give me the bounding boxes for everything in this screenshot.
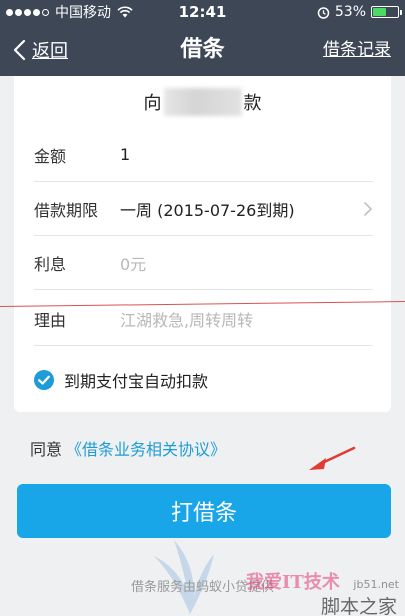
recipient-suffix: 款 xyxy=(243,93,262,114)
back-label: 返回 xyxy=(32,41,68,62)
interest-input[interactable]: 0元 xyxy=(120,251,373,275)
signal-strength-icon xyxy=(6,8,49,16)
loan-term-row[interactable]: 借款期限 一周 (2015-07-26到期) xyxy=(34,182,373,236)
reason-input[interactable]: 江湖救急,周转周转 xyxy=(120,307,373,331)
recipient-name-redacted xyxy=(163,88,242,116)
navigation-bar: 返回 借条 借条记录 xyxy=(0,24,405,76)
loan-term-value: 一周 (2015-07-26到期) xyxy=(120,200,295,220)
auto-deduct-label: 到期支付宝自动扣款 xyxy=(64,372,209,391)
back-button[interactable]: 返回 xyxy=(12,24,68,76)
chevron-left-icon xyxy=(13,39,26,61)
checkmark-circle-icon[interactable] xyxy=(34,370,54,390)
loan-records-link[interactable]: 借条记录 xyxy=(323,24,391,76)
carrier-name: 中国移动 xyxy=(55,5,111,21)
alarm-clock-icon xyxy=(317,6,330,19)
loan-term-label: 借款期限 xyxy=(34,200,99,220)
agreement-prefix: 同意 xyxy=(30,440,63,459)
annotation-arrow-icon xyxy=(309,446,356,470)
chevron-right-icon xyxy=(364,201,372,216)
amount-input[interactable]: 1 xyxy=(120,145,373,164)
amount-row[interactable]: 金额 1 xyxy=(34,128,373,182)
agreement-link[interactable]: 《借条业务相关协议》 xyxy=(66,436,226,460)
recipient-prefix: 向 xyxy=(143,93,162,114)
status-right-group: 53% xyxy=(317,4,402,20)
battery-icon xyxy=(371,6,402,18)
watermark-site-name: 脚本之家 xyxy=(320,596,397,616)
battery-percent: 53% xyxy=(334,4,366,20)
interest-label: 利息 xyxy=(34,254,67,274)
watermark-site-cn: 我爱IT技术 xyxy=(246,572,340,593)
loan-note-screen: 中国移动 12:41 53% 返回 借条 借条记录 向 款 金额 1 借款期限 … xyxy=(0,0,405,616)
watermark-site-url: jb51.net xyxy=(353,578,399,591)
status-bar: 中国移动 12:41 53% xyxy=(0,0,405,24)
amount-label: 金额 xyxy=(34,146,67,166)
wing-watermark-icon xyxy=(154,540,214,614)
battery-fill xyxy=(373,8,386,16)
wifi-icon xyxy=(117,6,133,18)
reason-row[interactable]: 理由 江湖救急,周转周转 xyxy=(34,292,373,346)
reason-label: 理由 xyxy=(34,310,67,330)
agreement-row: 同意 《借条业务相关协议》 xyxy=(30,436,226,460)
interest-row[interactable]: 利息 0元 xyxy=(34,236,373,290)
loan-form-card: 向 款 金额 1 借款期限 一周 (2015-07-26到期) 利息 0元 理由… xyxy=(14,76,391,412)
recipient-row: 向 款 xyxy=(14,76,391,128)
auto-deduct-checkbox-row[interactable]: 到期支付宝自动扣款 xyxy=(34,352,373,408)
